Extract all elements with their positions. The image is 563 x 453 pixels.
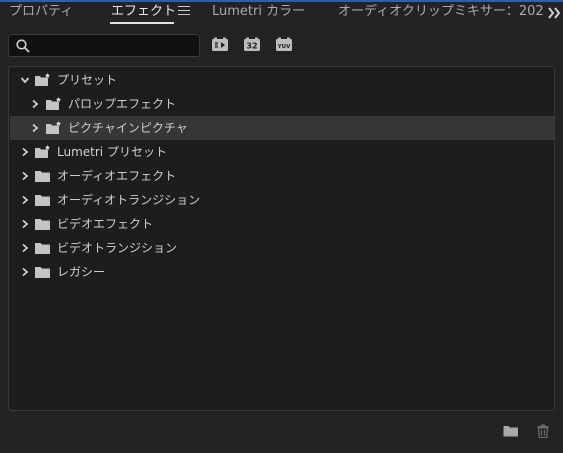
tab-effects[interactable]: エフェクト [111, 4, 176, 20]
tab-properties[interactable]: プロパティ [9, 4, 73, 20]
chevron-right-icon[interactable] [20, 219, 30, 229]
folder-icon [35, 195, 50, 206]
search-icon [16, 39, 30, 53]
32-bit-color-icon[interactable]: 32 [243, 37, 261, 53]
chevron-right-icon[interactable] [20, 267, 30, 277]
active-tab-underline [110, 22, 174, 24]
folder-icon [35, 171, 50, 182]
tree-item-label: オーディオエフェクト [57, 169, 177, 183]
tab-bar: プロパティ エフェクト Lumetri カラー オーディオクリップミキサー：20… [0, 2, 563, 26]
tree-item-video-transitions[interactable]: ビデオトランジション [10, 236, 554, 260]
search-field[interactable] [8, 34, 200, 57]
tree-item-bevel-effects[interactable]: パロップエフェクト [10, 92, 554, 116]
tree-item-label: レガシー [57, 265, 106, 279]
folder-icon [35, 219, 50, 230]
tree-item-label: ビデオエフェクト [57, 217, 154, 231]
tree-item-label: プリセット [57, 73, 118, 87]
tab-lumetri-color[interactable]: Lumetri カラー [212, 4, 305, 20]
preset-folder-icon [46, 121, 62, 134]
folder-icon [35, 243, 50, 254]
tree-item-label: ピクチャインピクチャ [68, 121, 188, 135]
tree-item-legacy[interactable]: レガシー [10, 260, 554, 284]
chevron-right-icon[interactable] [20, 195, 30, 205]
folder-icon [35, 267, 50, 278]
32-bit-label: 32 [246, 42, 257, 51]
chevron-right-icon[interactable] [20, 147, 30, 157]
preset-folder-icon [35, 73, 51, 86]
tree-item-presets[interactable]: プリセット [10, 68, 554, 92]
accelerated-effects-icon[interactable] [211, 37, 229, 53]
new-bin-icon[interactable] [503, 424, 519, 438]
tree-item-picture-in-picture[interactable]: ピクチャインピクチャ [10, 116, 554, 140]
tree-item-label: オーディオトランジション [57, 193, 201, 207]
trash-icon[interactable] [535, 424, 551, 438]
yuv-effects-icon[interactable]: YUV [275, 37, 293, 53]
effects-tree: プリセット パロップエフェクト ピクチャインピクチャ Lumetri プリセット… [8, 66, 555, 411]
preset-folder-icon [46, 97, 62, 110]
tree-item-label: ビデオトランジション [57, 241, 178, 255]
search-input[interactable] [35, 37, 195, 54]
tree-item-video-effects[interactable]: ビデオエフェクト [10, 212, 554, 236]
tree-item-audio-effects[interactable]: オーディオエフェクト [10, 164, 554, 188]
chevron-right-icon[interactable] [30, 123, 40, 133]
tree-item-lumetri-presets[interactable]: Lumetri プリセット [10, 140, 554, 164]
tree-item-label: Lumetri プリセット [57, 145, 167, 159]
panel-menu-icon[interactable] [178, 6, 190, 18]
chevron-right-icon[interactable] [30, 99, 40, 109]
tab-overflow-icon[interactable] [545, 4, 563, 22]
chevron-down-icon[interactable] [20, 75, 30, 85]
effects-panel: プロパティ エフェクト Lumetri カラー オーディオクリップミキサー：20… [0, 0, 563, 453]
tab-audio-clip-mixer[interactable]: オーディオクリップミキサー：2026- [338, 4, 544, 20]
chevron-right-icon[interactable] [20, 243, 30, 253]
tree-item-label: パロップエフェクト [68, 97, 177, 111]
preset-folder-icon [35, 145, 51, 158]
tree-item-audio-transitions[interactable]: オーディオトランジション [10, 188, 554, 212]
chevron-right-icon[interactable] [20, 171, 30, 181]
yuv-label: YUV [277, 44, 291, 50]
